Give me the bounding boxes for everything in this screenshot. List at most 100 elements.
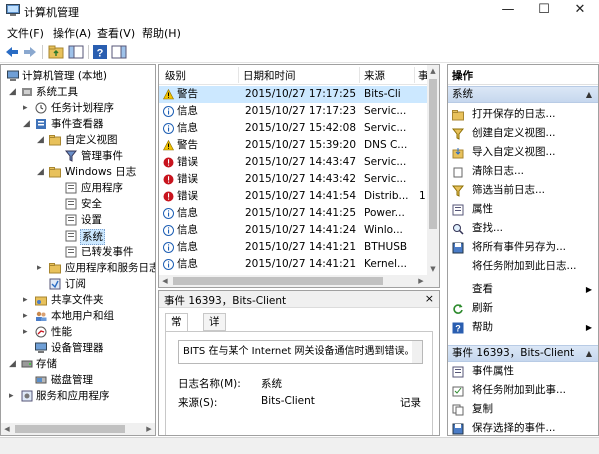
event-level: 信息: [177, 122, 198, 134]
events-vertical-scrollbar[interactable]: ▲ ▼: [427, 65, 439, 275]
event-row[interactable]: 信息 2015/10/27 14:41:25 Power...: [159, 205, 429, 222]
tab-details[interactable]: 详细信息: [203, 313, 226, 376]
action-item[interactable]: 清除日志...: [448, 163, 598, 180]
collapsed-chevron-icon[interactable]: ▸: [37, 260, 47, 276]
message-scrollbar[interactable]: [412, 341, 422, 363]
scroll-right-icon[interactable]: ▶: [143, 423, 155, 435]
close-detail-icon[interactable]: ×: [425, 292, 434, 305]
collapse-up-icon[interactable]: ▲: [586, 87, 592, 102]
event-row[interactable]: 信息 2015/10/27 14:41:24 Winlo...: [159, 222, 429, 239]
event-message[interactable]: BITS 在与某个 Internet 网关设备通信时遇到错误。请检: [178, 340, 423, 364]
event-row[interactable]: 警告 2015/10/27 17:17:25 Bits-Cli: [159, 86, 429, 103]
event-row[interactable]: 错误 2015/10/27 14:43:47 Servic...: [159, 154, 429, 171]
actions-group-system[interactable]: 系统 ▲: [448, 86, 598, 103]
column-divider[interactable]: [414, 67, 415, 83]
collapsed-chevron-icon[interactable]: ▸: [23, 100, 33, 116]
event-row[interactable]: 信息 2015/10/27 14:41:21 Kernel...: [159, 256, 429, 273]
maximize-button[interactable]: ☐: [526, 0, 562, 22]
scroll-left-icon[interactable]: ◀: [1, 423, 13, 435]
column-divider[interactable]: [238, 67, 239, 83]
action-item[interactable]: 事件属性: [448, 363, 598, 380]
tree-label: 任务计划程序: [51, 102, 114, 114]
column-header-source[interactable]: 来源: [364, 68, 385, 83]
event-row[interactable]: 错误 2015/10/27 14:41:54 Distrib... 1: [159, 188, 429, 205]
expanded-chevron-icon[interactable]: ◢: [9, 84, 19, 100]
events-horizontal-scrollbar[interactable]: ◀ ▶: [159, 275, 439, 287]
scroll-up-icon[interactable]: ▲: [427, 65, 439, 77]
scroll-right-icon[interactable]: ▶: [415, 275, 427, 287]
show-hide-tree-icon[interactable]: [68, 44, 84, 60]
forward-arrow-icon[interactable]: [22, 44, 38, 60]
events-header: 级别 日期和时间 来源 事: [159, 65, 429, 85]
collapse-up-icon[interactable]: ▲: [586, 346, 592, 361]
error-icon: [163, 191, 174, 202]
actions-group-event[interactable]: 事件 16393，Bits-Client ▲: [448, 345, 598, 362]
action-item[interactable]: 将任务附加到此事...: [448, 382, 598, 399]
column-header-level[interactable]: 级别: [165, 68, 186, 83]
minimize-button[interactable]: —: [490, 0, 526, 22]
event-level: 信息: [177, 241, 198, 253]
collapsed-chevron-icon[interactable]: ▸: [23, 292, 33, 308]
action-item[interactable]: 导入自定义视图...: [448, 144, 598, 161]
storage-icon: [21, 360, 33, 368]
filter-icon: [452, 128, 464, 140]
scroll-down-icon[interactable]: ▼: [427, 263, 439, 275]
action-item[interactable]: 创建自定义视图...: [448, 125, 598, 142]
expanded-chevron-icon[interactable]: ◢: [9, 356, 19, 372]
scroll-thumb[interactable]: [15, 425, 125, 433]
expanded-chevron-icon[interactable]: ◢: [23, 116, 33, 132]
help-icon[interactable]: ?: [92, 44, 108, 60]
collapsed-chevron-icon[interactable]: ▸: [9, 388, 19, 404]
expanded-chevron-icon[interactable]: ◢: [37, 164, 47, 180]
event-datetime: 2015/10/27 15:39:20: [245, 139, 357, 151]
toolbar: ?: [0, 41, 599, 63]
event-row[interactable]: 警告 2015/10/27 15:39:20 DNS C...: [159, 137, 429, 154]
performance-icon: [35, 326, 47, 338]
action-item[interactable]: 查看 ▶: [448, 281, 598, 298]
event-message-text: BITS 在与某个 Internet 网关设备通信时遇到错误。请检: [183, 346, 423, 357]
event-datetime: 2015/10/27 15:42:08: [245, 122, 357, 134]
scroll-thumb[interactable]: [173, 277, 383, 285]
event-datetime: 2015/10/27 17:17:23: [245, 105, 357, 117]
action-item[interactable]: 刷新: [448, 300, 598, 317]
tree-horizontal-scrollbar[interactable]: ◀ ▶: [1, 423, 155, 435]
services-icon: [21, 390, 33, 402]
event-row[interactable]: 信息 2015/10/27 17:17:23 Servic...: [159, 103, 429, 120]
scroll-left-icon[interactable]: ◀: [159, 275, 171, 287]
menu-file[interactable]: 文件(F): [7, 25, 44, 41]
action-pane-icon[interactable]: [111, 44, 127, 60]
action-item[interactable]: ? 帮助 ▶: [448, 319, 598, 336]
tree-label: Windows 日志: [65, 166, 137, 178]
action-item[interactable]: 将所有事件另存为...: [448, 239, 598, 256]
actions-pane: 操作 系统 ▲ 打开保存的日志... 创建自定义视图... 导入自定义视图... 清除…: [447, 64, 599, 436]
action-item[interactable]: 筛选当前日志...: [448, 182, 598, 199]
event-row[interactable]: 信息 2015/10/27 14:41:21 BTHUSB: [159, 239, 429, 256]
action-item[interactable]: 将任务附加到此日志...: [448, 258, 598, 275]
menu-help[interactable]: 帮助(H): [142, 25, 181, 41]
action-item[interactable]: 查找...: [448, 220, 598, 237]
event-datetime: 2015/10/27 14:41:21: [245, 241, 357, 253]
column-divider[interactable]: [359, 67, 360, 83]
close-button[interactable]: ✕: [562, 0, 598, 22]
tab-general[interactable]: 常规: [165, 313, 188, 344]
menu-bar: 文件(F) 操作(A) 查看(V) 帮助(H): [0, 22, 599, 41]
action-item[interactable]: 属性: [448, 201, 598, 218]
expanded-chevron-icon[interactable]: ◢: [37, 132, 47, 148]
collapsed-chevron-icon[interactable]: ▸: [23, 324, 33, 340]
scroll-thumb[interactable]: [429, 79, 437, 229]
action-item[interactable]: 保存选择的事件...: [448, 420, 598, 435]
up-folder-icon[interactable]: [48, 44, 64, 60]
back-arrow-icon[interactable]: [4, 44, 20, 60]
action-label: 刷新: [472, 302, 493, 314]
menu-view[interactable]: 查看(V): [97, 25, 135, 41]
action-item[interactable]: 打开保存的日志...: [448, 106, 598, 123]
event-row[interactable]: 错误 2015/10/27 14:43:42 Servic...: [159, 171, 429, 188]
collapsed-chevron-icon[interactable]: ▸: [23, 308, 33, 324]
action-item[interactable]: 复制: [448, 401, 598, 418]
tree-label: 性能: [51, 326, 72, 338]
actions-title: 操作: [448, 65, 598, 85]
event-row[interactable]: 信息 2015/10/27 15:42:08 Servic...: [159, 120, 429, 137]
column-header-datetime[interactable]: 日期和时间: [243, 68, 296, 83]
tree-label: 本地用户和组: [51, 310, 114, 322]
menu-action[interactable]: 操作(A): [53, 25, 91, 41]
